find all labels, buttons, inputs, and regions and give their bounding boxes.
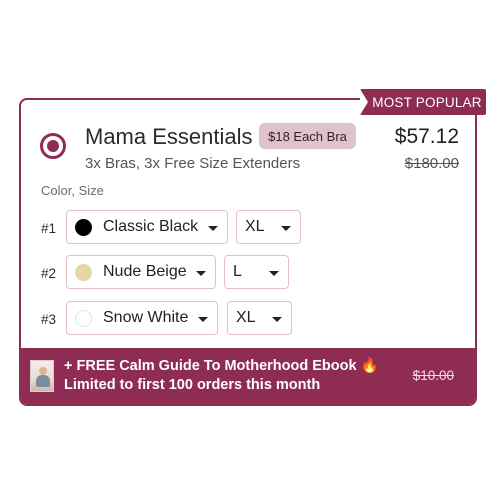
color-select-value: Classic Black bbox=[103, 218, 199, 235]
size-select-value: XL bbox=[236, 309, 256, 326]
color-select[interactable]: Snow White bbox=[66, 301, 218, 335]
size-select[interactable]: XL bbox=[236, 210, 301, 244]
row-number: #2 bbox=[41, 266, 57, 281]
size-select-value: L bbox=[233, 263, 242, 280]
bundle-radio-button[interactable] bbox=[40, 133, 66, 159]
chevron-down-icon bbox=[208, 226, 218, 231]
free-gift-title: + FREE Calm Guide To Motherhood Ebook 🔥 bbox=[64, 358, 379, 374]
free-gift-old-price: $10.00 bbox=[412, 368, 454, 383]
radio-selected-dot bbox=[47, 140, 59, 152]
color-swatch-icon bbox=[75, 263, 92, 281]
size-select[interactable]: XL bbox=[227, 301, 292, 335]
free-gift-banner: + FREE Calm Guide To Motherhood Ebook 🔥 … bbox=[21, 348, 475, 404]
row-number: #1 bbox=[41, 221, 57, 236]
size-select[interactable]: L bbox=[224, 255, 289, 289]
chevron-down-icon bbox=[272, 317, 282, 322]
per-item-price-badge: $18 Each Bra bbox=[259, 123, 356, 149]
color-select-value: Snow White bbox=[103, 309, 189, 326]
chevron-down-icon bbox=[281, 226, 291, 231]
bundle-price: $57.12 bbox=[394, 125, 459, 148]
ebook-thumbnail bbox=[30, 360, 54, 392]
color-swatch-icon bbox=[75, 309, 92, 327]
most-popular-ribbon: MOST POPULAR bbox=[360, 89, 486, 115]
chevron-down-icon bbox=[269, 271, 279, 276]
most-popular-label: MOST POPULAR bbox=[372, 94, 482, 110]
bundle-old-price: $180.00 bbox=[404, 155, 459, 172]
row-number: #3 bbox=[41, 312, 57, 327]
color-swatch-icon bbox=[75, 218, 92, 236]
chevron-down-icon bbox=[196, 271, 206, 276]
color-select[interactable]: Classic Black bbox=[66, 210, 228, 244]
bundle-title: Mama Essentials bbox=[85, 124, 253, 149]
color-select-value: Nude Beige bbox=[103, 263, 187, 280]
color-select[interactable]: Nude Beige bbox=[66, 255, 216, 289]
options-label: Color, Size bbox=[41, 183, 104, 198]
size-select-value: XL bbox=[245, 218, 265, 235]
bundle-description: 3x Bras, 3x Free Size Extenders bbox=[85, 155, 301, 172]
free-gift-limit: Limited to first 100 orders this month bbox=[64, 377, 321, 393]
chevron-down-icon bbox=[198, 317, 208, 322]
